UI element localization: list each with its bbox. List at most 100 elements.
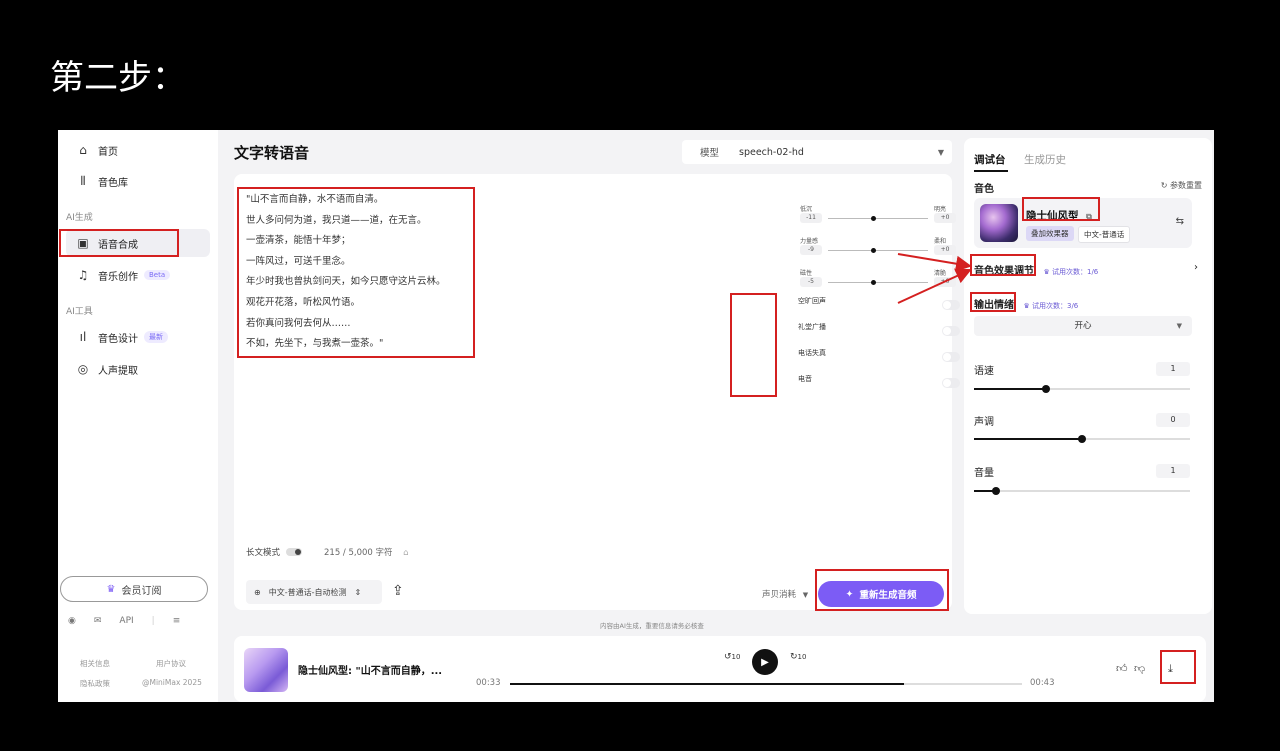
sidebar-item-label: 音色设计 (98, 333, 138, 345)
footer-link-privacy[interactable]: 隐私政策 (80, 678, 110, 689)
swap-icon[interactable]: ⇆ (1176, 216, 1184, 227)
char-count: 215 / 5,000 字符 ⌂ (324, 546, 409, 558)
sidebar-item-voice-library[interactable]: ⫴ 音色库 (66, 167, 210, 195)
footer-link-terms[interactable]: 用户协议 (156, 658, 186, 669)
effect-label: 电话失真 (798, 349, 826, 357)
slider-knob[interactable] (871, 248, 876, 253)
section-label-ai-gen: AI生成 (66, 213, 93, 223)
new-badge: 最新 (144, 331, 168, 343)
sidebar-item-label: 音乐创作 (98, 271, 138, 283)
effect-toggle[interactable] (942, 300, 960, 310)
long-mode-toggle[interactable] (286, 548, 303, 556)
wechat-icon[interactable]: ✉ (94, 616, 102, 626)
model-label: 模型 (700, 148, 720, 159)
slider-fill (974, 438, 1082, 440)
play-icon: ▶ (761, 656, 769, 668)
slider-fill (974, 388, 1046, 390)
skip-back-button[interactable]: ↺10 (724, 652, 740, 662)
volume-label: 音量 (974, 468, 994, 479)
sidebar-item-music[interactable]: ♫ 音乐创作 Beta (66, 261, 210, 289)
cost-label: 声贝消耗 ▼ (762, 588, 808, 600)
tab-history[interactable]: 生成历史 (1024, 152, 1066, 167)
discord-icon[interactable]: ◉ (68, 616, 76, 626)
slider-left-label: 低沉 (800, 206, 813, 213)
effect-echo[interactable]: 空旷回声 (798, 296, 968, 318)
emotion-value: 开心 (1074, 321, 1092, 331)
sidebar-item-label: 人声提取 (98, 365, 138, 377)
slider-track[interactable] (828, 218, 928, 219)
slider-knob[interactable] (1042, 385, 1050, 393)
sidebar-item-voice-extract[interactable]: ◎ 人声提取 (66, 355, 210, 383)
pitch-value[interactable]: 0 (1156, 413, 1190, 427)
sidebar-item-home[interactable]: ⌂ 首页 (66, 136, 210, 164)
volume-slider[interactable] (974, 487, 1190, 495)
speed-value[interactable]: 1 (1156, 362, 1190, 376)
annotation-box-generate (815, 569, 949, 611)
audio-player: 隐士仙风型: "山不言而自静，... ↺10 ▶ ↻10 00:33 00:43… (234, 636, 1206, 702)
reset-params-button[interactable]: ↻ 参数重置 (1161, 180, 1202, 191)
list-icon[interactable]: ≡ (173, 616, 181, 626)
slider-track[interactable] (828, 250, 928, 251)
reset-label: 参数重置 (1170, 181, 1202, 190)
annotation-box-text (237, 187, 475, 358)
chevron-down-icon: ▼ (1176, 322, 1182, 330)
effect-label: 礼堂广播 (798, 323, 826, 331)
annotation-box-emotion (970, 292, 1016, 312)
thumbs-up-icon[interactable]: 👍︎ (1116, 662, 1128, 675)
effect-toggle[interactable] (942, 378, 960, 388)
slider-left-value: -11 (800, 213, 822, 223)
slider-knob[interactable] (871, 216, 876, 221)
slider-right-label: 清脆 (934, 270, 947, 277)
slider-knob[interactable] (1078, 435, 1086, 443)
slider-left-label: 力量感 (800, 238, 819, 245)
slider-left-label: 磁性 (800, 270, 813, 277)
long-text-mode[interactable]: 长文模式 (246, 546, 303, 558)
emotion-trial-text: 试用次数：3/6 (1032, 302, 1079, 310)
play-button[interactable]: ▶ (752, 649, 778, 675)
social-links: ◉ ✉ API | ≡ (68, 616, 180, 626)
volume-value[interactable]: 1 (1156, 464, 1190, 478)
skip-forward-button[interactable]: ↻10 (790, 652, 806, 662)
progress-bar[interactable] (510, 683, 1022, 685)
upload-icon[interactable]: ⇪ (392, 583, 404, 599)
thumbs-down-icon[interactable]: 👎︎ (1134, 662, 1145, 675)
effect-toggle[interactable] (942, 352, 960, 362)
sidebar-item-voice-design[interactable]: ıl 音色设计 最新 (66, 323, 210, 351)
info-icon: ⌂ (403, 548, 409, 558)
annotation-box-effect-adjust (970, 254, 1036, 276)
tag-effect: 叠加效果器 (1026, 226, 1074, 241)
voice-label: 音色 (974, 184, 994, 195)
effect-electronic[interactable]: 电音 (798, 374, 968, 396)
vip-subscribe-button[interactable]: ♛ 会员订阅 (60, 576, 208, 602)
divider: | (151, 616, 155, 626)
chevron-right-icon: › (1194, 262, 1198, 273)
slider-knob[interactable] (871, 280, 876, 285)
emotion-trial-count: ♛ 试用次数：3/6 (1023, 302, 1078, 310)
progress-fill (510, 683, 905, 685)
copyright: @MiniMax 2025 (142, 678, 202, 687)
effect-trial-text: 试用次数：1/6 (1052, 268, 1099, 276)
effect-broadcast[interactable]: 礼堂广播 (798, 322, 968, 344)
cost-text: 声贝消耗 (762, 590, 797, 600)
language-select[interactable]: ⊕ 中文-普通话-自动检测 ⇕ (246, 580, 382, 604)
speed-slider[interactable] (974, 385, 1190, 393)
slider-right-value: +0 (934, 245, 956, 255)
slider-knob[interactable] (992, 487, 1000, 495)
chevron-down-icon: ▼ (937, 147, 944, 157)
model-select[interactable]: 模型 speech-02-hd ▼ (682, 140, 952, 164)
api-link[interactable]: API (119, 616, 133, 626)
pitch-slider[interactable] (974, 435, 1190, 443)
slider-track[interactable] (828, 282, 928, 283)
annotation-box-effects (730, 293, 777, 397)
voice-extract-icon: ◎ (77, 362, 89, 376)
ai-disclaimer: 内容由AI生成，重要信息请务必核查 (600, 622, 704, 630)
trial-icon: ♛ (1023, 302, 1032, 310)
skip-forward-seconds: 10 (797, 653, 807, 661)
sidebar: ⌂ 首页 ⫴ 音色库 AI生成 ▣ 语音合成 ♫ 音乐创作 Beta AI工具 … (58, 130, 218, 702)
tab-console[interactable]: 调试台 (974, 152, 1006, 167)
vip-label: 会员订阅 (121, 585, 162, 597)
emotion-select[interactable]: 开心 ▼ (974, 316, 1192, 336)
effect-phone[interactable]: 电话失真 (798, 348, 968, 370)
effect-toggle[interactable] (942, 326, 960, 336)
footer-link-info[interactable]: 相关信息 (80, 658, 110, 669)
